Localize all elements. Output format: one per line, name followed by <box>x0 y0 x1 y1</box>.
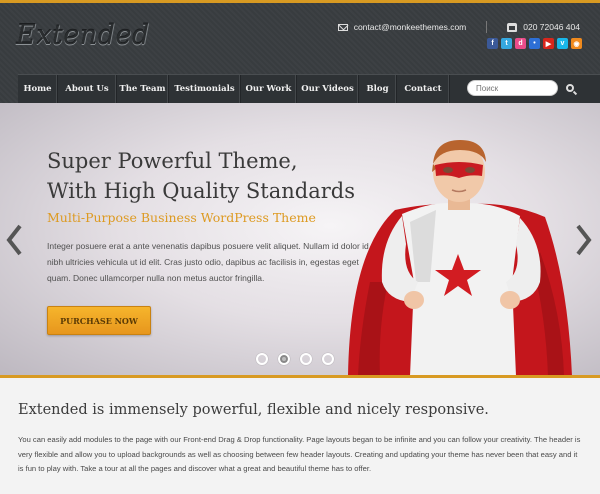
nav-item-home[interactable]: Home <box>18 75 58 103</box>
nav-item-blog[interactable]: Blog <box>359 75 397 103</box>
content-text: You can easily add modules to the page w… <box>18 435 581 473</box>
contact-phone: 020 72046 404 <box>523 22 580 32</box>
hero-subtitle: Multi-Purpose Business WordPress Theme <box>47 210 316 225</box>
nav-item-our-videos[interactable]: Our Videos <box>297 75 359 103</box>
phone-icon <box>507 22 518 32</box>
chevron-left-icon <box>6 224 22 256</box>
search-input[interactable] <box>467 80 558 96</box>
hero-divider <box>0 375 600 378</box>
divider <box>486 21 488 33</box>
nav-item-the-team[interactable]: The Team <box>117 75 169 103</box>
content-title: Extended is immensely powerful, flexible… <box>18 402 489 418</box>
purchase-button[interactable]: PURCHASE NOW <box>47 306 151 335</box>
slider-dot-1[interactable] <box>256 353 268 365</box>
slider-dot-4[interactable] <box>322 353 334 365</box>
hero-title: Super Powerful Theme, With High Quality … <box>47 146 355 206</box>
hero-title-line1: Super Powerful Theme, <box>47 149 298 173</box>
vimeo-icon[interactable]: v <box>557 38 568 49</box>
nav-item-contact[interactable]: Contact <box>397 75 450 103</box>
twitter-icon[interactable]: t <box>501 38 512 49</box>
youtube-icon[interactable]: ▶ <box>543 38 554 49</box>
hero-text: Integer posuere erat a ante venenatis da… <box>47 241 369 283</box>
dribbble-icon[interactable]: d <box>515 38 526 49</box>
mail-icon <box>337 23 348 31</box>
hero-title-line2: With High Quality Standards <box>47 179 356 203</box>
slider-prev-arrow[interactable] <box>6 224 22 256</box>
nav-item-testimonials[interactable]: Testimonials <box>169 75 241 103</box>
nav-item-about-us[interactable]: About Us <box>58 75 117 103</box>
flickr-icon[interactable]: • <box>529 38 540 49</box>
site-logo[interactable]: Extended <box>16 20 150 51</box>
facebook-icon[interactable]: f <box>487 38 498 49</box>
search-icon[interactable] <box>566 84 574 92</box>
slider-dot-2[interactable] <box>278 353 290 365</box>
slider-dot-3[interactable] <box>300 353 312 365</box>
rss-icon[interactable]: ◉ <box>571 38 582 49</box>
superhero-kid-image <box>348 140 572 376</box>
social-links: f t d • ▶ v ◉ <box>487 38 582 49</box>
contact-info: contact@monkeethemes.com 020 72046 404 <box>337 20 580 34</box>
contact-email[interactable]: contact@monkeethemes.com <box>354 22 467 32</box>
slider-pagination <box>256 353 334 365</box>
nav-item-our-work[interactable]: Our Work <box>241 75 297 103</box>
